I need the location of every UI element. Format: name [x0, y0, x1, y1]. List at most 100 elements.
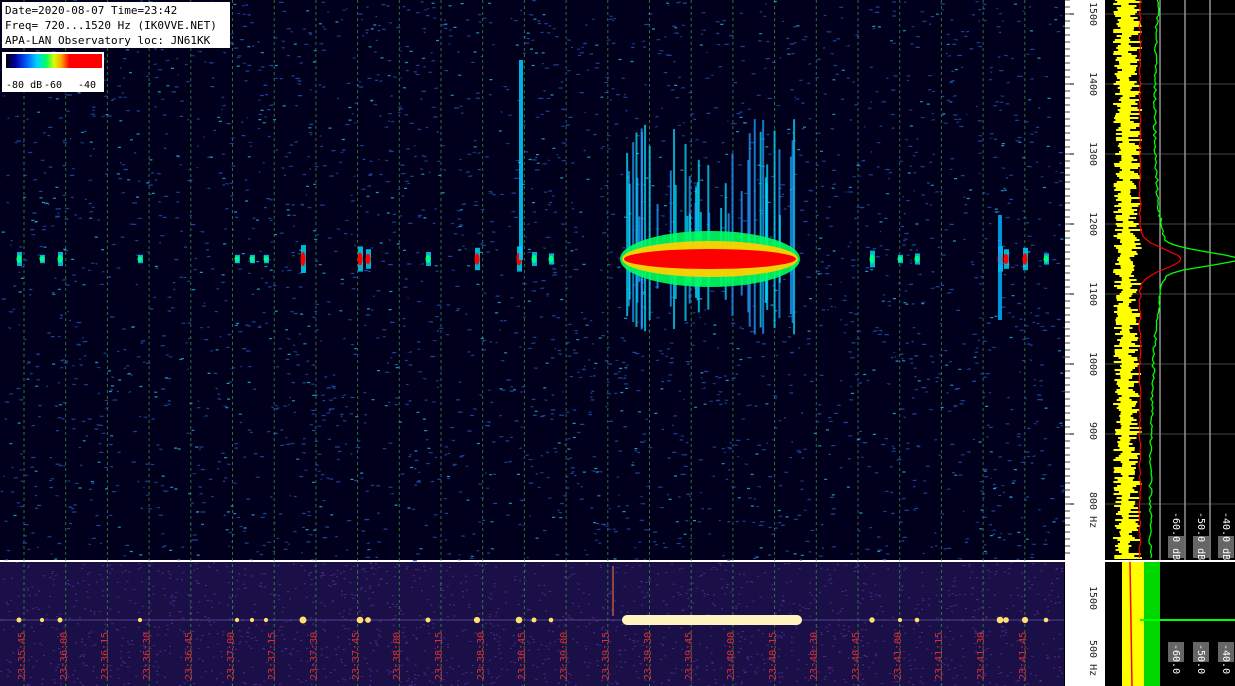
echo-core	[357, 252, 363, 266]
lower-echo	[137, 617, 143, 623]
lower-waterfall-background	[0, 562, 1064, 686]
lower-echo	[39, 617, 45, 623]
x-tick-label: 23:37:30	[308, 631, 320, 680]
waterfall-chart	[0, 0, 1235, 686]
lower-db-label: -50.0	[1195, 644, 1206, 675]
waterfall-background	[0, 0, 1064, 560]
lower-echo	[234, 617, 240, 623]
spectrum-db-label: -50.0 dB	[1195, 512, 1206, 561]
echo-core	[57, 255, 63, 263]
burst-streak	[644, 124, 647, 332]
x-tick-label: 23:38:45	[517, 631, 529, 680]
burst-streak	[635, 132, 638, 328]
x-tick-label: 23:38:30	[475, 631, 487, 680]
lower-freq-axis-bg	[1065, 562, 1105, 686]
x-tick-label: 23:40:30	[809, 631, 821, 680]
x-tick-label: 23:38:00	[392, 631, 404, 680]
echo-core	[531, 255, 537, 263]
x-tick-label: 23:40:15	[767, 631, 779, 680]
burst-core	[624, 249, 796, 269]
echo-core	[474, 253, 480, 265]
x-tick-label: 23:36:15	[100, 631, 112, 680]
spectrum-db-label: -40.0 dB	[1220, 512, 1231, 561]
x-tick-label: 23:39:00	[559, 631, 571, 680]
spectrum-db-label: -60.0 dB	[1170, 512, 1181, 561]
burst-streak	[789, 156, 792, 315]
y-tick-label: 1200	[1087, 212, 1098, 237]
lower-y-tick-label: 1500	[1087, 586, 1098, 611]
lower-echo	[473, 616, 481, 624]
x-tick-label: 23:41:30	[976, 631, 988, 680]
lower-yellow-band	[1122, 562, 1144, 686]
lower-echo	[365, 617, 371, 623]
echo-core	[869, 254, 875, 264]
freq-range-line: Freq= 720...1520 Hz (IK0VVE.NET)	[5, 19, 217, 32]
echo-core	[1003, 253, 1009, 265]
x-tick-label: 23:37:00	[225, 631, 237, 680]
x-tick-label: 23:40:45	[851, 631, 862, 680]
burst-streak	[626, 152, 629, 317]
lower-echo	[1043, 617, 1049, 623]
echo-streak	[519, 60, 523, 260]
lower-echo	[869, 617, 875, 623]
lower-echo	[548, 617, 554, 623]
burst-streak	[673, 129, 676, 329]
echo-core	[300, 252, 306, 266]
burst-streak	[648, 145, 651, 320]
lower-burst	[622, 615, 802, 625]
echo-core	[365, 253, 371, 265]
x-tick-label: 23:39:30	[642, 631, 654, 680]
lower-echo	[299, 616, 307, 624]
lower-streak	[612, 566, 614, 616]
y-tick-label: 1400	[1087, 72, 1098, 97]
burst-streak	[762, 120, 765, 334]
spectrogram-app: Date=2020-08-07 Time=23:42 Freq= 720...1…	[0, 0, 1235, 686]
x-tick-label: 23:39:45	[684, 631, 696, 680]
lower-echo	[914, 617, 920, 623]
panel-separator	[0, 560, 1235, 562]
echo-core	[263, 256, 269, 262]
echo-core	[39, 256, 45, 262]
lower-echo	[1003, 617, 1009, 623]
x-tick-label: 23:36:00	[58, 631, 70, 680]
x-tick-label: 23:41:15	[934, 631, 946, 680]
lower-echo	[249, 617, 255, 623]
lower-echo	[515, 616, 523, 624]
x-tick-label: 23:36:30	[142, 631, 154, 680]
lower-echo	[57, 617, 63, 623]
lower-echo	[531, 617, 537, 623]
burst-streak	[640, 131, 643, 328]
burst-streak	[632, 142, 635, 322]
burst-streak	[791, 140, 794, 323]
x-tick-label: 23:41:00	[892, 631, 904, 680]
lower-echo	[263, 617, 269, 623]
lower-echo	[996, 616, 1004, 624]
color-scale-bar	[6, 54, 102, 68]
y-tick-label: 1100	[1087, 282, 1098, 307]
lower-echo	[1021, 616, 1029, 624]
y-tick-label: 1000	[1087, 352, 1098, 377]
y-tick-label: 900	[1087, 422, 1098, 441]
echo-core	[137, 256, 143, 262]
scale-label-min: -80 dB	[6, 80, 43, 91]
burst-streak	[753, 119, 756, 335]
y-tick-label: 800 Hz	[1087, 492, 1098, 529]
y-tick-label: 1500	[1087, 2, 1098, 27]
x-tick-label: 23:41:45	[1017, 631, 1029, 680]
scale-label-mid: -60	[44, 80, 63, 91]
x-tick-label: 23:37:45	[350, 631, 362, 680]
x-tick-label: 23:36:45	[183, 631, 195, 680]
echo-streak	[998, 215, 1002, 320]
echo-core	[548, 255, 554, 263]
echo-core	[914, 255, 920, 263]
color-scale-legend: -80 dB -60 -40	[2, 52, 104, 92]
lower-echo	[356, 616, 364, 624]
lower-echo	[16, 617, 22, 623]
date-time-line: Date=2020-08-07 Time=23:42	[5, 4, 178, 17]
scale-label-max: -40	[78, 80, 97, 91]
lower-echo	[897, 617, 903, 623]
echo-core	[16, 255, 22, 263]
echo-core	[1022, 253, 1028, 265]
x-tick-label: 23:37:15	[267, 631, 279, 680]
lower-db-label: -60.0	[1170, 644, 1181, 675]
